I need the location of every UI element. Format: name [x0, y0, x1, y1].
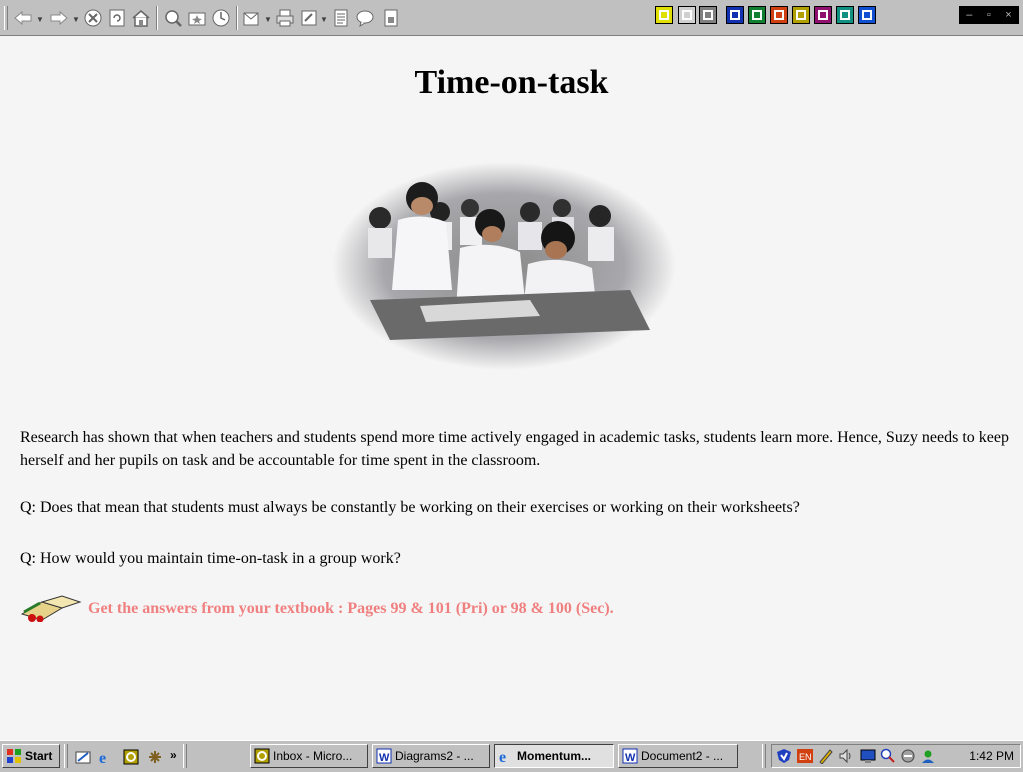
back-dropdown-icon[interactable]: ▼	[36, 15, 44, 24]
intro-paragraph: Research has shown that when teachers an…	[20, 429, 1010, 469]
start-button[interactable]: Start	[2, 744, 60, 768]
word-icon: W	[622, 748, 638, 764]
office-shortcut-icon[interactable]	[655, 6, 673, 24]
outlook-icon[interactable]	[120, 746, 142, 768]
task-label: Inbox - Micro...	[273, 749, 353, 763]
edit-dropdown-icon[interactable]: ▼	[320, 15, 328, 24]
task-label: Momentum...	[517, 749, 591, 763]
task-label: Diagrams2 - ...	[395, 749, 474, 763]
language-icon[interactable]: EN	[796, 748, 814, 767]
excel-icon[interactable]	[748, 6, 766, 24]
taskbar-grip-3[interactable]	[762, 744, 766, 768]
stop-icon[interactable]	[82, 7, 104, 29]
messenger-icon[interactable]	[354, 7, 376, 29]
answers-link[interactable]: Get the answers from your textbook : Pag…	[88, 600, 614, 618]
taskbar-grip-2[interactable]	[183, 744, 187, 768]
frontpage-icon[interactable]	[858, 6, 876, 24]
pen-icon[interactable]	[818, 748, 834, 767]
task-diagrams2[interactable]: W Diagrams2 - ...	[372, 744, 490, 768]
connection-icon[interactable]	[900, 748, 916, 767]
print-icon[interactable]	[274, 7, 296, 29]
forward-icon[interactable]	[48, 7, 70, 29]
antivirus-icon[interactable]	[776, 748, 792, 767]
close-button[interactable]: ×	[1005, 9, 1011, 21]
mail-icon[interactable]	[242, 7, 264, 29]
task-label: Document2 - ...	[641, 749, 724, 763]
browser-toolbar: ▼ ▼ ▼ ▼ – ▫ ×	[0, 0, 1023, 36]
windows-logo-icon	[6, 748, 22, 764]
network-icon[interactable]	[144, 746, 166, 768]
access-icon[interactable]	[814, 6, 832, 24]
word-icon[interactable]	[726, 6, 744, 24]
classroom-photo	[330, 160, 678, 372]
search-tray-icon[interactable]	[880, 748, 896, 767]
publisher-icon[interactable]	[836, 6, 854, 24]
window-controls: – ▫ ×	[959, 6, 1019, 24]
forward-dropdown-icon[interactable]: ▼	[72, 15, 80, 24]
restore-button[interactable]: ▫	[987, 9, 991, 21]
svg-text:W: W	[625, 752, 636, 764]
ie-icon[interactable]: e	[96, 746, 118, 768]
svg-text:e: e	[99, 750, 106, 765]
outlook-icon[interactable]	[792, 6, 810, 24]
show-desktop-icon[interactable]	[72, 746, 94, 768]
home-icon[interactable]	[130, 7, 152, 29]
toolbar-grip[interactable]	[4, 6, 8, 30]
volume-icon[interactable]	[838, 748, 854, 767]
quicklaunch-overflow[interactable]: »	[170, 748, 177, 762]
task-document2[interactable]: W Document2 - ...	[618, 744, 738, 768]
svg-text:W: W	[379, 752, 390, 764]
office-folder-icon[interactable]	[699, 6, 717, 24]
answers-row: Get the answers from your textbook : Pag…	[18, 594, 614, 624]
svg-text:EN: EN	[799, 752, 812, 762]
ie-icon: e	[498, 748, 514, 766]
task-momentum[interactable]: e Momentum...	[494, 744, 614, 768]
question-2: Q: How would you maintain time-on-task i…	[20, 550, 401, 567]
messenger-tray-icon[interactable]	[920, 748, 936, 767]
windows-taskbar: Start e » Inbox - Micro... W Diagrams2 -…	[0, 740, 1023, 772]
svg-text:e: e	[499, 749, 506, 764]
textbook-icon[interactable]	[18, 592, 82, 627]
page-title: Time-on-task	[414, 64, 609, 101]
discuss-icon[interactable]	[330, 7, 352, 29]
word-icon: W	[376, 748, 392, 764]
favorites-icon[interactable]	[186, 7, 208, 29]
mail-dropdown-icon[interactable]: ▼	[264, 15, 272, 24]
start-label: Start	[25, 749, 53, 763]
powerpoint-icon[interactable]	[770, 6, 788, 24]
question-1: Q: Does that mean that students must alw…	[20, 499, 800, 516]
office-window-icon[interactable]	[678, 6, 696, 24]
clock[interactable]: 1:42 PM	[969, 749, 1014, 763]
outlook-icon	[254, 748, 270, 764]
network-tray-icon[interactable]	[860, 748, 876, 767]
refresh-icon[interactable]	[106, 7, 128, 29]
minimize-button[interactable]: –	[966, 9, 972, 21]
history-icon[interactable]	[210, 7, 232, 29]
search-icon[interactable]	[162, 7, 184, 29]
taskbar-grip[interactable]	[64, 744, 68, 768]
back-icon[interactable]	[12, 7, 34, 29]
research-icon[interactable]	[380, 7, 402, 29]
system-tray: EN 1:42 PM	[771, 744, 1021, 768]
task-inbox[interactable]: Inbox - Micro...	[250, 744, 368, 768]
edit-icon[interactable]	[298, 7, 320, 29]
